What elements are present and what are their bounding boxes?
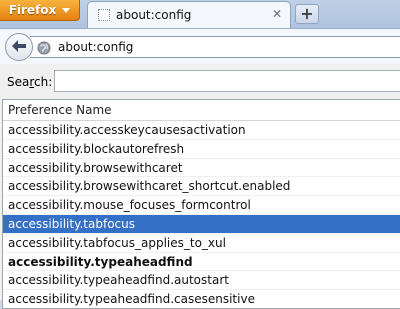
plus-icon: + <box>300 4 314 23</box>
url-text: about:config <box>58 40 134 54</box>
table-row[interactable]: accessibility.accesskeycausesactivation <box>3 121 400 140</box>
tab-strip: Firefox about:config ✕ + <box>0 0 400 29</box>
page-favicon-icon <box>98 9 110 21</box>
navigation-bar: about:config <box>0 28 400 64</box>
tab-about-config[interactable]: about:config ✕ <box>87 1 291 29</box>
back-button[interactable] <box>5 33 33 61</box>
table-row-selected[interactable]: accessibility.tabfocus <box>3 214 400 234</box>
table-row[interactable]: accessibility.tabfocus_applies_to_xul <box>3 234 400 253</box>
table-row[interactable]: accessibility.blockautorefresh <box>3 140 400 159</box>
firefox-menu-label: Firefox <box>8 3 57 17</box>
about-config-page: Search: Preference Name accessibility.ac… <box>0 64 400 309</box>
new-tab-button[interactable]: + <box>295 4 319 24</box>
close-icon[interactable]: ✕ <box>272 7 282 21</box>
preferences-table[interactable]: Preference Name accessibility.accesskeyc… <box>2 99 400 309</box>
table-row-modified[interactable]: accessibility.typeaheadfind <box>3 253 400 272</box>
table-row[interactable]: accessibility.typeaheadfind.autostart <box>3 271 400 291</box>
back-arrow-icon <box>11 39 27 56</box>
table-row[interactable]: accessibility.browsewithcaret <box>3 159 400 178</box>
table-row[interactable]: accessibility.mouse_focuses_formcontrol <box>3 196 400 215</box>
url-bar[interactable]: about:config <box>30 36 400 58</box>
tab-title: about:config <box>116 8 192 22</box>
search-label: Search: <box>7 75 53 89</box>
search-input[interactable] <box>54 70 400 92</box>
chevron-down-icon <box>62 8 71 13</box>
firefox-menu-button[interactable]: Firefox <box>0 0 80 21</box>
column-header-preference-name[interactable]: Preference Name <box>3 100 400 121</box>
globe-icon <box>37 41 51 58</box>
table-row[interactable]: accessibility.browsewithcaret_shortcut.e… <box>3 177 400 197</box>
